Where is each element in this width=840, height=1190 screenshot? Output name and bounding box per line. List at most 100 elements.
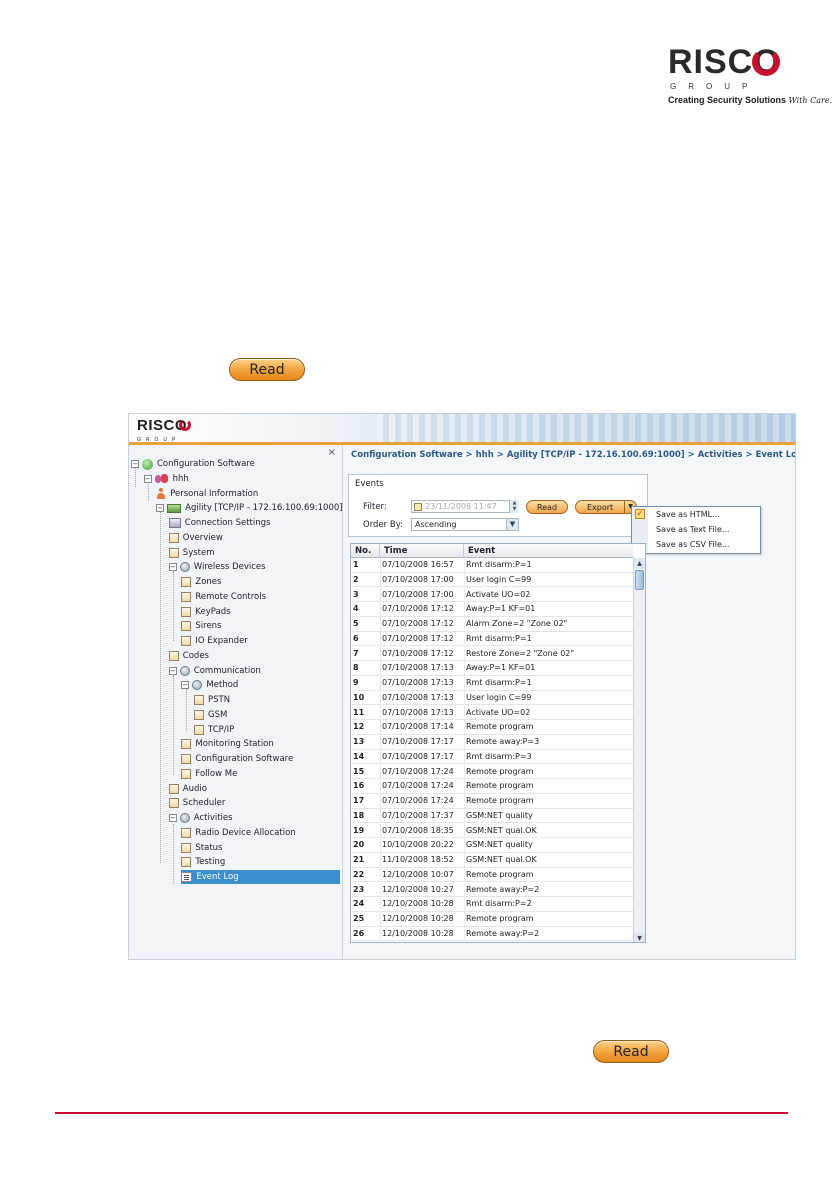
- table-row[interactable]: 4 07/10/2008 17:12 Away:P=1 KF=01: [351, 602, 633, 617]
- collapse-toggle-icon[interactable]: −: [168, 666, 177, 675]
- date-spinner[interactable]: ▲ ▼: [509, 500, 519, 513]
- tree-item-communication[interactable]: − Communication: [168, 664, 261, 678]
- cell-event: GSM:NET quality: [466, 840, 533, 850]
- cell-no: 1: [353, 560, 359, 569]
- table-row[interactable]: 24 12/10/2008 10:28 Rmt disarm:P=2: [351, 897, 633, 912]
- collapse-toggle-icon[interactable]: −: [143, 474, 152, 483]
- tree-item-audio[interactable]: Audio: [168, 782, 207, 796]
- collapse-toggle-icon[interactable]: −: [181, 681, 190, 690]
- tree-item-overview[interactable]: Overview: [168, 531, 223, 545]
- collapse-toggle-icon[interactable]: −: [156, 504, 165, 513]
- folder-icon: [168, 650, 179, 661]
- table-row[interactable]: 16 07/10/2008 17:24 Remote program: [351, 779, 633, 794]
- tree-item-event-log[interactable]: Event Log: [181, 870, 340, 884]
- read-button-illustration-bottom: Read: [593, 1040, 669, 1063]
- cell-no: 13: [353, 737, 365, 746]
- table-row[interactable]: 3 07/10/2008 17:00 Activate UO=02: [351, 587, 633, 603]
- table-scrollbar[interactable]: ▲ ▼: [633, 558, 645, 942]
- table-row[interactable]: 26 12/10/2008 10:28 Remote away:P=2: [351, 926, 633, 942]
- export-button[interactable]: Export ▼: [575, 500, 637, 514]
- table-row[interactable]: 5 07/10/2008 17:12 Alarm Zone=2 "Zone 02": [351, 617, 633, 632]
- tree-item-label: Audio: [182, 783, 207, 794]
- tree-item-keypads[interactable]: KeyPads: [181, 605, 231, 619]
- tree-item-pstn[interactable]: PSTN: [194, 693, 230, 707]
- table-row[interactable]: 13 07/10/2008 17:17 Remote away:P=3: [351, 735, 633, 750]
- cell-event: GSM:NET qual.OK: [466, 825, 537, 835]
- table-row[interactable]: 14 07/10/2008 17:17 Rmt disarm:P=3: [351, 749, 633, 765]
- table-row[interactable]: 12 07/10/2008 17:14 Remote program: [351, 720, 633, 735]
- collapse-toggle-icon[interactable]: −: [168, 563, 177, 572]
- column-header-event[interactable]: Event: [464, 544, 633, 558]
- export-label: Export: [587, 502, 614, 512]
- tree-item-wireless-devices[interactable]: − Wireless Devices: [168, 560, 266, 574]
- table-row[interactable]: 8 07/10/2008 17:13 Away:P=1 KF=01: [351, 661, 633, 676]
- tree-item-connection-settings[interactable]: Connection Settings: [168, 516, 270, 530]
- table-row[interactable]: 11 07/10/2008 17:13 Activate UO=02: [351, 705, 633, 721]
- tree-item-hhh[interactable]: − hhh: [143, 472, 189, 486]
- order-by-select[interactable]: Ascending ▼: [411, 518, 519, 531]
- tree-item-configuration-software[interactable]: Configuration Software: [181, 752, 293, 766]
- table-row[interactable]: 21 11/10/2008 18:52 GSM:NET qual.OK: [351, 853, 633, 868]
- read-button[interactable]: Read: [526, 500, 568, 514]
- scroll-down-icon[interactable]: ▼: [634, 933, 645, 942]
- column-header-time[interactable]: Time: [380, 544, 464, 558]
- table-row[interactable]: 23 12/10/2008 10:27 Remote away:P=2: [351, 882, 633, 898]
- filter-date-input[interactable]: 23/11/2008 11:47: [411, 500, 519, 513]
- tree-item-configuration-software[interactable]: − Configuration Software: [131, 457, 255, 471]
- users-icon: [154, 473, 169, 484]
- collapse-toggle-icon[interactable]: −: [168, 814, 177, 822]
- filter-enable-checkbox[interactable]: [414, 502, 422, 511]
- table-row[interactable]: 19 07/10/2008 18:35 GSM:NET qual.OK: [351, 823, 633, 839]
- table-row[interactable]: 10 07/10/2008 17:13 User login C=99: [351, 690, 633, 706]
- tree-item-scheduler[interactable]: Scheduler: [168, 796, 225, 810]
- tree-item-testing[interactable]: Testing: [181, 855, 225, 869]
- column-header-no[interactable]: No.: [351, 544, 380, 558]
- table-row[interactable]: 25 12/10/2008 10:28 Remote program: [351, 912, 633, 927]
- tree-item-agility-tcp-ip-172-16-100-69-1000[interactable]: − Agility [TCP/IP - 172.16.100.69:1000]: [156, 501, 343, 515]
- tree-item-zones[interactable]: Zones: [181, 575, 221, 589]
- scrollbar-thumb[interactable]: [635, 570, 644, 590]
- tree-item-codes[interactable]: Codes: [168, 649, 209, 663]
- tree-item-follow-me[interactable]: Follow Me: [181, 767, 237, 781]
- cell-time: 12/10/2008 10:27: [382, 884, 454, 894]
- tree-item-system[interactable]: System: [168, 546, 215, 560]
- table-row[interactable]: 1 07/10/2008 16:57 Rmt disarm:P=1: [351, 558, 633, 573]
- tree-item-io-expander[interactable]: IO Expander: [181, 634, 248, 648]
- scroll-up-icon[interactable]: ▲: [634, 558, 645, 569]
- table-row[interactable]: 6 07/10/2008 17:12 Rmt disarm:P=1: [351, 631, 633, 647]
- folder-icon: [181, 636, 192, 646]
- cell-event: Remote program: [466, 914, 534, 923]
- tree-item-monitoring-station[interactable]: Monitoring Station: [181, 737, 274, 751]
- tree-item-sirens[interactable]: Sirens: [181, 619, 222, 633]
- tree-item-status[interactable]: Status: [181, 841, 222, 855]
- menu-item-save-text[interactable]: Save as Text File...: [656, 525, 730, 534]
- cell-no: 14: [353, 751, 365, 761]
- tree-item-personal-information[interactable]: Personal Information: [156, 487, 258, 501]
- cell-time: 07/10/2008 17:24: [382, 781, 454, 791]
- tree-item-remote-controls[interactable]: Remote Controls: [181, 590, 266, 604]
- table-row[interactable]: 22 12/10/2008 10:07 Remote program: [351, 867, 633, 883]
- menu-item-save-html[interactable]: Save as HTML...: [656, 510, 720, 519]
- tree-item-method[interactable]: − Method: [181, 678, 238, 692]
- table-row[interactable]: 9 07/10/2008 17:13 Rmt disarm:P=1: [351, 676, 633, 691]
- folder-icon: [181, 739, 192, 750]
- menu-item-save-csv[interactable]: Save as CSV File...: [656, 540, 730, 549]
- close-tree-icon[interactable]: ×: [328, 447, 336, 458]
- logo-tagline-script: With Care.: [788, 96, 833, 105]
- table-row[interactable]: 18 07/10/2008 17:37 GSM:NET quality: [351, 808, 633, 824]
- tree-item-label: Event Log: [196, 872, 239, 882]
- tree-item-label: Wireless Devices: [193, 562, 266, 573]
- tree-item-radio-device-allocation[interactable]: Radio Device Allocation: [181, 826, 296, 840]
- tree-item-tcp-ip[interactable]: TCP/IP: [194, 723, 234, 737]
- cell-no: 7: [353, 648, 359, 658]
- table-row[interactable]: 15 07/10/2008 17:24 Remote program: [351, 764, 633, 780]
- folder-icon: [181, 754, 192, 764]
- table-row[interactable]: 7 07/10/2008 17:12 Restore Zone=2 "Zone 02…: [351, 646, 633, 662]
- collapse-toggle-icon[interactable]: −: [131, 460, 139, 468]
- table-row[interactable]: 2 07/10/2008 17:00 User login C=99: [351, 572, 633, 588]
- tree-item-activities[interactable]: − Activities: [168, 811, 233, 825]
- table-row[interactable]: 20 10/10/2008 20:22 GSM:NET quality: [351, 838, 633, 853]
- tree-item-label: IO Expander: [195, 636, 248, 646]
- tree-item-gsm[interactable]: GSM: [194, 708, 227, 722]
- table-row[interactable]: 17 07/10/2008 17:24 Remote program: [351, 794, 633, 809]
